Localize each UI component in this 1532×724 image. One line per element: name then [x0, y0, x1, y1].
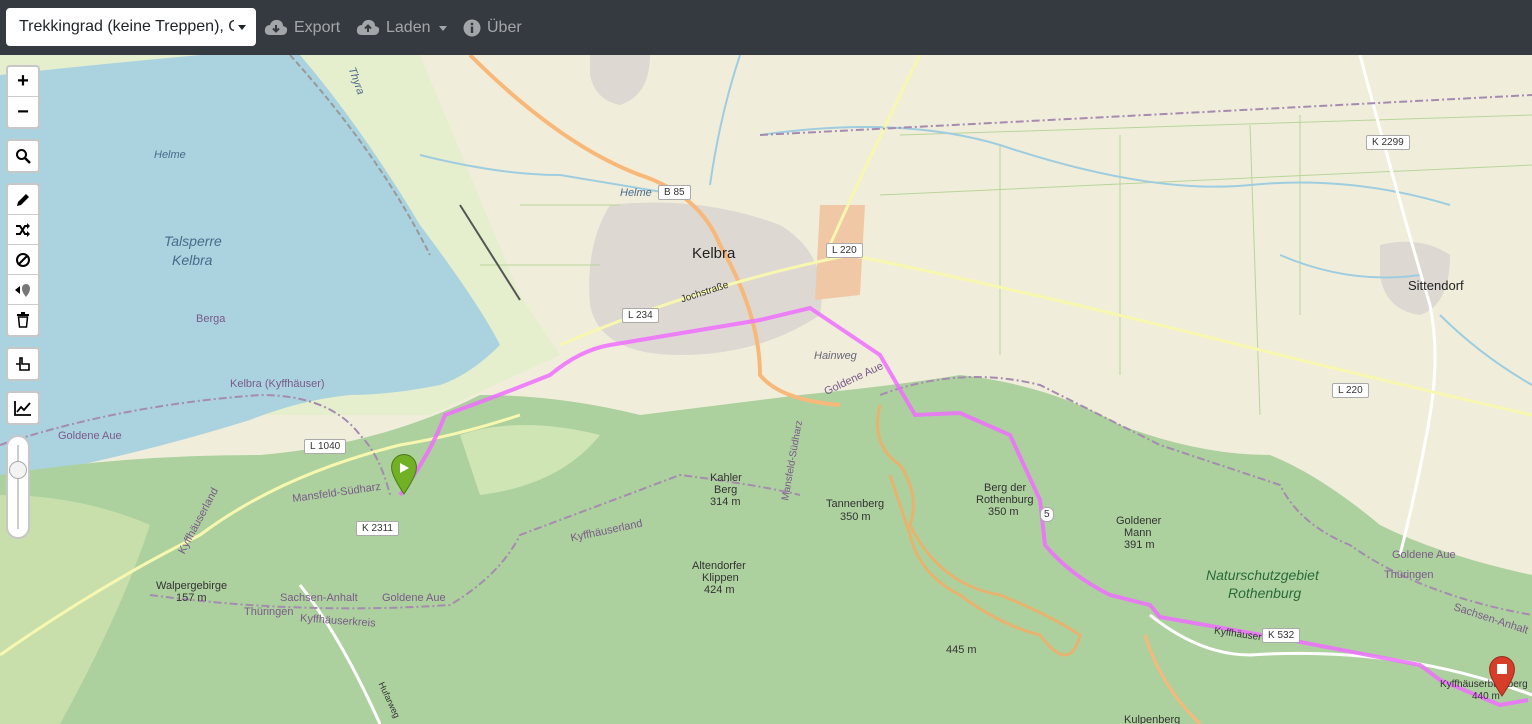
- road-badge-k2311: K 2311: [356, 521, 399, 536]
- label-helme-river: Helme: [620, 187, 652, 199]
- label-kahler-elev: 314 m: [710, 496, 741, 508]
- route-number-badge: 5: [1040, 507, 1054, 522]
- chevron-down-icon: [238, 24, 246, 30]
- cloud-download-icon: [264, 19, 288, 35]
- label-lake-kelbra: Kelbra: [172, 252, 213, 268]
- label-nsg: Naturschutzgebiet: [1206, 567, 1319, 583]
- info-circle-icon: [463, 19, 481, 37]
- label-kulpenberg: Kulpenberg: [1124, 714, 1181, 724]
- zoom-control: + −: [6, 65, 40, 129]
- label-berga: Berga: [196, 313, 226, 325]
- label-nsg-rothenburg: Rothenburg: [1228, 585, 1302, 601]
- end-marker-icon[interactable]: [1488, 655, 1516, 697]
- label-sittendorf: Sittendorf: [1408, 278, 1464, 293]
- waypoint-delete-icon: [15, 283, 30, 297]
- reverse-route-button[interactable]: [8, 215, 38, 245]
- label-berg-der: Berg der: [984, 482, 1027, 494]
- about-label: Über: [487, 19, 522, 36]
- export-label: Export: [294, 19, 341, 36]
- label-tannenberg-elev: 350 m: [840, 511, 871, 523]
- label-goldene-aue-4: Goldene Aue: [1392, 549, 1456, 561]
- search-icon: [16, 149, 31, 164]
- draw-toolbar: [6, 183, 40, 337]
- road-badge-k2299: K 2299: [1366, 135, 1410, 150]
- shuffle-icon: [16, 222, 30, 237]
- label-helme: Helme: [154, 149, 186, 161]
- road-badge-b85: B 85: [658, 185, 691, 200]
- move-tool-button[interactable]: [8, 349, 38, 379]
- label-klippen: Klippen: [702, 572, 739, 584]
- label-mann-elev: 391 m: [1124, 539, 1155, 551]
- label-thueringen: Thüringen: [244, 606, 294, 618]
- label-goldener: Goldener: [1116, 515, 1162, 527]
- label-thueringen-2: Thüringen: [1384, 569, 1434, 581]
- search-button[interactable]: [8, 141, 38, 171]
- delete-route-button[interactable]: [8, 305, 38, 335]
- profile-dropdown[interactable]: Trekkingrad (keine Treppen), C: [6, 8, 256, 46]
- profile-dropdown-label: Trekkingrad (keine Treppen), C: [19, 18, 234, 35]
- label-walper-elev: 157 m: [176, 592, 207, 604]
- pointer-control: [6, 347, 40, 381]
- hand-pointer-icon: [16, 357, 30, 371]
- road-badge-l220: L 220: [826, 243, 863, 258]
- label-town-kelbra: Kelbra: [692, 245, 736, 262]
- road-badge-l1040: L 1040: [304, 439, 347, 454]
- label-kahler: Kahler: [710, 472, 742, 484]
- label-sachsen-anhalt: Sachsen-Anhalt: [280, 592, 358, 604]
- label-rothenburg: Rothenburg: [976, 494, 1034, 506]
- cloud-upload-icon: [356, 19, 380, 35]
- road-badge-l234: L 234: [622, 308, 659, 323]
- label-tannenberg: Tannenberg: [826, 498, 885, 510]
- top-navbar: Trekkingrad (keine Treppen), C Export La…: [0, 0, 1532, 55]
- zoom-out-button[interactable]: −: [8, 97, 38, 127]
- about-button[interactable]: Über: [463, 14, 522, 42]
- label-klippen-elev: 424 m: [704, 584, 735, 596]
- no-go-area-button[interactable]: [8, 245, 38, 275]
- chevron-down-icon: [438, 25, 447, 31]
- zoom-in-button[interactable]: +: [8, 67, 38, 97]
- label-goldene-aue-2: Goldene Aue: [382, 592, 446, 604]
- export-button[interactable]: Export: [264, 14, 340, 42]
- slider-handle[interactable]: [9, 461, 27, 479]
- opacity-slider[interactable]: [6, 435, 30, 539]
- elevation-control: [6, 391, 40, 425]
- delete-last-point-button[interactable]: [8, 275, 38, 305]
- elevation-profile-button[interactable]: [8, 393, 38, 423]
- trash-icon: [17, 312, 29, 328]
- label-hainweg: Hainweg: [814, 350, 857, 362]
- chart-line-icon: [14, 401, 31, 416]
- map-view[interactable]: Helme Helme Thyra Talsperre Kelbra Berga…: [0, 55, 1532, 724]
- draw-route-button[interactable]: [8, 185, 38, 215]
- label-berg: Berg: [714, 484, 738, 496]
- road-badge-k532: K 532: [1262, 628, 1301, 643]
- label-walpergebirge: Walpergebirge: [156, 580, 228, 592]
- label-talsperre: Talsperre: [164, 233, 222, 249]
- start-marker-icon[interactable]: [390, 453, 418, 495]
- label-altendorfer: Altendorfer: [692, 560, 746, 572]
- load-dropdown[interactable]: Laden: [356, 14, 447, 42]
- ban-icon: [16, 252, 30, 267]
- pencil-icon: [17, 193, 29, 206]
- slider-track: [17, 445, 19, 529]
- search-control: [6, 139, 40, 173]
- road-badge-l220-2: L 220: [1332, 383, 1369, 398]
- label-elev-445: 445 m: [946, 644, 977, 656]
- label-mann: Mann: [1124, 527, 1152, 539]
- label-rothenburg-elev: 350 m: [988, 506, 1019, 518]
- label-kelbra-kyff: Kelbra (Kyffhäuser): [230, 378, 325, 390]
- load-label: Laden: [386, 19, 431, 36]
- label-goldene-aue-1: Goldene Aue: [58, 430, 122, 442]
